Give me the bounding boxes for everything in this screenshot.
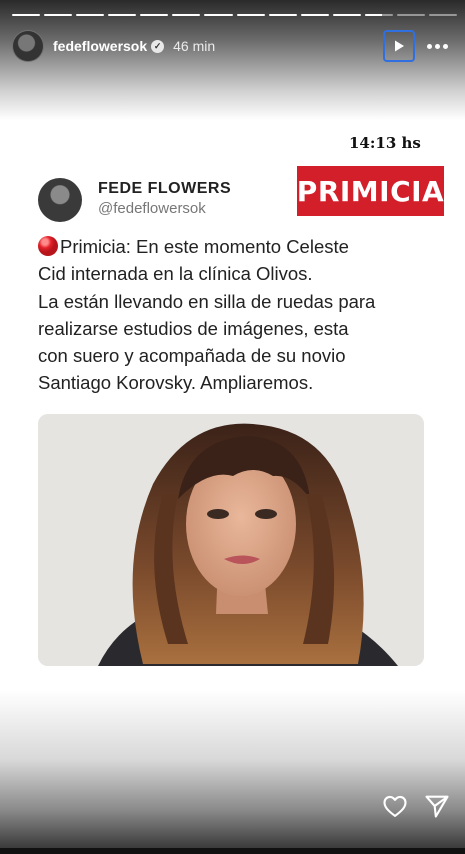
progress-segment-fill [140, 14, 169, 16]
progress-segment-fill [108, 14, 137, 16]
more-icon-dot [442, 43, 448, 49]
play-icon [395, 40, 404, 52]
progress-segment [332, 14, 361, 16]
progress-segment-fill [268, 14, 297, 16]
more-options-button[interactable] [424, 36, 450, 56]
progress-segment-fill [172, 14, 201, 16]
progress-segment [364, 14, 393, 16]
post-timestamp: 14:13 hs [349, 134, 421, 152]
more-icon [426, 43, 432, 49]
progress-segment [140, 14, 169, 16]
heart-icon [383, 795, 407, 817]
post-text-line-2: Cid internada en la clínica Olivos. [38, 263, 313, 285]
progress-segment-fill [236, 14, 265, 16]
progress-segment-fill [12, 14, 41, 16]
story-header: fedeflowersok ✓ 46 min [12, 30, 457, 62]
posted-time: 46 min [173, 38, 216, 54]
share-button[interactable] [423, 792, 451, 820]
bottom-edge [0, 848, 465, 854]
progress-segment [236, 14, 265, 16]
progress-segment [108, 14, 137, 16]
progress-segment-fill [300, 14, 329, 16]
send-icon [425, 795, 449, 818]
story-actions [381, 792, 451, 820]
progress-segment [44, 14, 73, 16]
primicia-badge: PRIMICIA [297, 166, 444, 216]
progress-segment-fill [364, 14, 382, 16]
progress-segment [172, 14, 201, 16]
post-author-name: FEDE FLOWERS [98, 180, 232, 197]
post-text-line-3: La están llevando en silla de ruedas par… [38, 290, 376, 312]
portrait-illustration [38, 414, 424, 666]
progress-segment [429, 14, 458, 16]
progress-segment-fill [332, 14, 361, 16]
username[interactable]: fedeflowersok [53, 38, 147, 54]
progress-segment [300, 14, 329, 16]
post-text-line-6: Santiago Korovsky. Ampliaremos. [38, 372, 314, 394]
red-circle-icon [38, 236, 58, 256]
progress-segment-fill [44, 14, 73, 16]
progress-segment [204, 14, 233, 16]
post-author-handle: @fedeflowersok [98, 200, 206, 217]
profile-avatar[interactable] [12, 30, 44, 62]
progress-segment-fill [76, 14, 105, 16]
like-button[interactable] [381, 792, 409, 820]
progress-segment-fill [204, 14, 233, 16]
story-viewer: fedeflowersok ✓ 46 min 14:13 hs FEDE FLO… [0, 0, 465, 854]
progress-segment [396, 14, 426, 16]
verified-badge-icon: ✓ [151, 39, 165, 53]
post-text-line: Primicia: En este momento Celeste [38, 233, 433, 260]
post-text-line-4: realizarse estudios de imágenes, esta [38, 317, 349, 339]
progress-segment [268, 14, 297, 16]
post-text-line-1: Primicia: En este momento Celeste [60, 236, 349, 257]
progress-segment [76, 14, 105, 16]
portrait-photo [38, 414, 424, 666]
play-button[interactable] [383, 30, 415, 62]
post-text: Primicia: En este momento Celeste Cid in… [38, 233, 433, 397]
post-text-line-5: con suero y acompañada de su novio [38, 345, 346, 367]
progress-segment [12, 14, 41, 16]
post-author-avatar [38, 178, 82, 222]
story-progress-bar [12, 14, 458, 17]
more-icon-dot [434, 43, 440, 49]
